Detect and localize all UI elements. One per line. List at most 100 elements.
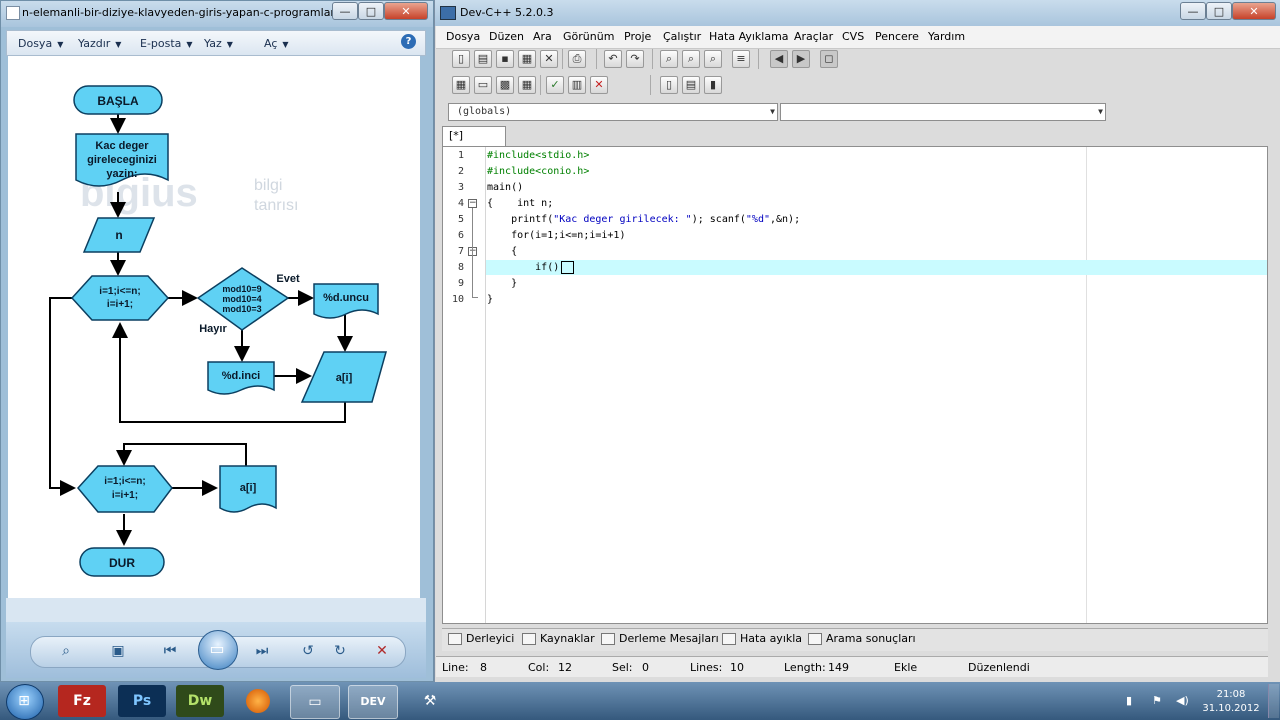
firefox-icon[interactable]	[234, 685, 282, 717]
toggle-bookmark-icon[interactable]: ◻	[820, 50, 838, 68]
viewer-menu-yaz[interactable]: Yaz ▼	[204, 37, 233, 50]
loop2-line1: i=1;i<=n;	[104, 476, 145, 487]
menu-yardim[interactable]: Yardım	[928, 30, 965, 43]
windows-logo-icon: ⊞	[18, 693, 30, 709]
zoom-icon[interactable]: ⌕	[56, 642, 76, 660]
toolbar-separator	[562, 49, 563, 69]
line-number: 1	[457, 150, 464, 161]
menu-proje[interactable]: Proje	[624, 30, 651, 43]
menu-ara[interactable]: Ara	[533, 30, 552, 43]
photoshop-icon[interactable]: Ps	[118, 685, 166, 717]
viewer-maximize-button[interactable]: □	[358, 2, 384, 20]
unindent-icon[interactable]: ◀	[770, 50, 788, 68]
menu-gorunum[interactable]: Görünüm	[563, 30, 614, 43]
tab-derleme-mesajlari[interactable]: Derleme Mesajları	[601, 632, 719, 645]
rebuild-icon[interactable]: ▦	[518, 76, 536, 94]
bracket-match-cursor	[561, 261, 574, 274]
line-number: 4	[457, 198, 464, 209]
flag-icon[interactable]: ⚑	[1152, 694, 1162, 707]
close-file-icon[interactable]: ✕	[540, 50, 558, 68]
print-icon[interactable]: ⎙	[568, 50, 586, 68]
replace-icon[interactable]: ⌕	[682, 50, 700, 68]
indent-icon[interactable]: ▶	[792, 50, 810, 68]
fold-toggle-icon[interactable]: −	[468, 199, 477, 208]
dreamweaver-icon[interactable]: Dw	[176, 685, 224, 717]
loop1-line1: i=1;i<=n;	[99, 286, 140, 297]
tab-hata-ayikla[interactable]: Hata ayıkla	[722, 632, 802, 645]
input-n-label: n	[115, 228, 122, 242]
viewer-close-button[interactable]: ✕	[384, 2, 428, 20]
devcpp-close-button[interactable]: ✕	[1232, 2, 1276, 20]
run-icon[interactable]: ▭	[474, 76, 492, 94]
save-icon[interactable]: ▪	[496, 50, 514, 68]
cond-line1: mod10=9	[222, 284, 261, 294]
compile-run-icon[interactable]: ▩	[496, 76, 514, 94]
tab-kaynaklar[interactable]: Kaynaklar	[522, 632, 595, 645]
status-lines-label: Lines:	[690, 661, 723, 674]
devcpp-window-title: Dev-C++ 5.2.0.3	[460, 6, 554, 19]
tab-derleyici[interactable]: Derleyici	[448, 632, 514, 645]
viewer-window-title: n-elemanli-bir-diziye-klavyeden-giris-ya…	[22, 6, 352, 19]
profile-icon[interactable]: ▥	[568, 76, 586, 94]
network-icon[interactable]: ▮	[1126, 694, 1132, 707]
show-desktop-button[interactable]	[1268, 684, 1279, 718]
fit-icon[interactable]: ▣	[108, 642, 128, 660]
add-to-project-icon[interactable]: ▤	[682, 76, 700, 94]
prompt-line2: gireleceginizi	[87, 154, 157, 166]
devcpp-minimize-button[interactable]: —	[1180, 2, 1206, 20]
toolbar-separator	[650, 75, 651, 95]
code-line-5: printf("Kac deger girilecek: "); scanf("…	[487, 214, 801, 225]
viewer-menu-yazdir[interactable]: Yazdır ▼	[78, 37, 121, 50]
watermark-sub1: bilgi	[254, 177, 282, 194]
prompt-line1: Kac deger	[95, 140, 149, 152]
rotate-cw-icon[interactable]: ↻	[330, 642, 350, 660]
photo-viewer-taskbar-icon[interactable]: ▭	[290, 685, 340, 719]
devcpp-maximize-button[interactable]: □	[1206, 2, 1232, 20]
find-icon[interactable]: ⌕	[660, 50, 678, 68]
undo-icon[interactable]: ↶	[604, 50, 622, 68]
new-project-icon[interactable]: ▯	[660, 76, 678, 94]
menu-pencere[interactable]: Pencere	[875, 30, 919, 43]
new-file-icon[interactable]: ▯	[452, 50, 470, 68]
devcpp-titlebar[interactable]	[435, 0, 1280, 26]
viewer-menu-dosya[interactable]: Dosya ▼	[18, 37, 63, 50]
viewer-menu-ac[interactable]: Aç ▼	[264, 37, 289, 50]
goto-line-icon[interactable]: ≡	[732, 50, 750, 68]
delete-profile-icon[interactable]: ✕	[590, 76, 608, 94]
functions-combo[interactable]: ▼	[780, 103, 1106, 121]
delete-icon[interactable]: ✕	[372, 642, 392, 660]
devcpp-taskbar-icon[interactable]: DEV	[348, 685, 398, 719]
viewer-minimize-button[interactable]: —	[332, 2, 358, 20]
next-icon[interactable]: ⏭	[252, 642, 272, 660]
menu-dosya[interactable]: Dosya	[446, 30, 480, 43]
filezilla-icon[interactable]: Fz	[58, 685, 106, 717]
chevron-down-icon: ▼	[1098, 107, 1103, 116]
open-file-icon[interactable]: ▤	[474, 50, 492, 68]
fold-guide-end	[472, 297, 478, 298]
menu-duzen[interactable]: Düzen	[489, 30, 524, 43]
rotate-ccw-icon[interactable]: ↺	[298, 642, 318, 660]
viewer-menu-eposta[interactable]: E-posta ▼	[140, 37, 193, 50]
image-canvas: bigius bilgi tanrısı BAŞLA Kac deger gir…	[8, 56, 420, 598]
check-syntax-icon[interactable]: ✓	[546, 76, 564, 94]
line-number: 8	[457, 262, 464, 273]
compile-icon[interactable]: ▦	[452, 76, 470, 94]
prev-icon[interactable]: ⏮	[160, 642, 180, 660]
tab-isimsiz2[interactable]: [*] İsimsiz2	[442, 126, 506, 160]
tool-taskbar-icon[interactable]: ⚒	[406, 685, 454, 717]
menu-calistir[interactable]: Çalıştır	[663, 30, 701, 43]
status-sel-value: 0	[642, 661, 649, 674]
globals-combo[interactable]: (globals) ▼	[448, 103, 778, 121]
help-icon[interactable]: ?	[401, 34, 416, 49]
menu-cvs[interactable]: CVS	[842, 30, 864, 43]
menu-araclar[interactable]: Araçlar	[794, 30, 833, 43]
menu-hata-ayiklama[interactable]: Hata Ayıklama	[709, 30, 789, 43]
find-next-icon[interactable]: ⌕	[704, 50, 722, 68]
project-options-icon[interactable]: ▮	[704, 76, 722, 94]
redo-icon[interactable]: ↷	[626, 50, 644, 68]
taskbar-clock[interactable]: 21:08 31.10.2012	[1196, 688, 1266, 716]
save-all-icon[interactable]: ▦	[518, 50, 536, 68]
volume-icon[interactable]: ◀)	[1176, 694, 1189, 707]
line-number: 10	[451, 294, 464, 305]
tab-arama-sonuclari[interactable]: Arama sonuçları	[808, 632, 916, 645]
